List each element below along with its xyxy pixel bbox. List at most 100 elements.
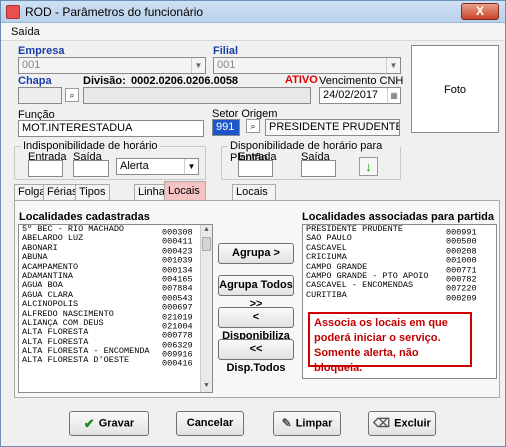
list-item[interactable]: ALTA FLORESTA 000778	[19, 328, 212, 340]
list-item-name: ABONARI	[22, 243, 58, 253]
list-item[interactable]: ABUNÃ 001039	[19, 253, 212, 265]
list-item-name: CURITIBA	[306, 290, 347, 300]
scroll-down-icon[interactable]: ▼	[201, 381, 212, 392]
list-item-name: CRICIUMA	[306, 253, 347, 263]
chevron-down-icon: ▼	[184, 159, 198, 174]
empresa-select[interactable]: 001 ▼	[18, 57, 206, 74]
cancelar-button[interactable]: Cancelar	[176, 411, 244, 436]
funcionario-name-field	[83, 87, 311, 104]
list-item-name: PRESIDENTE PRUDENTE	[306, 225, 403, 234]
setor-code: 991	[216, 121, 235, 133]
limpar-label: Limpar	[295, 417, 333, 430]
close-button[interactable]: X	[461, 3, 499, 20]
list-item[interactable]: ACAMPAMENTO 000134	[19, 263, 212, 275]
setor-name: PRESIDENTE PRUDENTE	[269, 121, 400, 133]
limpar-button[interactable]: ✎ Limpar	[273, 411, 341, 436]
binoculars-search-icon[interactable]: ⌕	[65, 88, 79, 102]
indisp-saida-input[interactable]	[73, 160, 109, 177]
list-item[interactable]: ALCINÓPOLIS 000697	[19, 300, 212, 312]
list-item-code: 000416	[162, 358, 193, 369]
filial-select[interactable]: 001 ▼	[213, 57, 401, 74]
foto-label: Foto	[443, 84, 466, 96]
list-item[interactable]: ALTA FLORESTA D'OESTE 000416	[19, 356, 212, 368]
list-item-name: CAMPO GRANDE - PTO APOIO	[306, 271, 429, 281]
funcao-value: MOT.INTERESTADUA	[22, 122, 133, 134]
chapa-input[interactable]	[18, 87, 62, 104]
vencimento-date-input[interactable]: 24/02/2017 ▦	[319, 87, 401, 104]
list-item[interactable]: CASCAVEL - ENCOMENDAS 007220	[303, 281, 496, 293]
list-item[interactable]: ADAMANTINA 004165	[19, 272, 212, 284]
list-item[interactable]: CAMPO GRANDE - PTO APOIO 000782	[303, 271, 496, 284]
plantao-saida-input[interactable]	[301, 160, 336, 177]
list-item[interactable]: CAMPO GRANDE 000771	[303, 262, 496, 275]
list-item[interactable]: CRICIUMA 001000	[303, 253, 496, 265]
list-item-name: ALIANÇA COM DEUS	[22, 318, 104, 328]
indisp-tipo-value: Alerta	[120, 160, 149, 172]
left-list-scrollbar[interactable]: ▲ ▼	[200, 225, 212, 392]
list-item-name: ALTA FLORESTA	[22, 337, 89, 347]
filial-label: Filial	[213, 45, 239, 57]
list-item-name: ALTA FLORESTA D'OESTE	[22, 356, 130, 366]
empresa-value: 001	[22, 59, 41, 71]
tab-tipos-frota[interactable]: Tipos de Frota	[75, 184, 110, 228]
title-bar: ROD - Parâmetros do funcionário X	[1, 1, 505, 23]
window-title: ROD - Parâmetros do funcionário	[25, 5, 204, 19]
list-item[interactable]: 5º BEC - RIO MACHADO 000308	[19, 225, 212, 237]
scroll-up-icon[interactable]: ▲	[201, 225, 212, 236]
list-item[interactable]: PRESIDENTE PRUDENTE 000991	[303, 225, 496, 237]
indisp-entrada-input[interactable]	[28, 160, 63, 177]
list-item-name: CASCAVEL - ENCOMENDAS	[306, 281, 414, 291]
arrow-down-icon[interactable]: ↓	[359, 157, 378, 176]
cancelar-label: Cancelar	[186, 417, 234, 429]
vencimento-label: Vencimento CNH	[319, 75, 404, 87]
list-item-name: ÁGUA CLARA	[22, 290, 74, 300]
excluir-label: Excluir	[394, 417, 431, 430]
list-item[interactable]: ALTA FLORESTA 006329	[19, 337, 212, 350]
tab-locais-origem[interactable]: Locais de Origem	[232, 184, 277, 228]
plantao-entrada-input[interactable]	[238, 160, 273, 177]
list-item-name: SÃO PAULO	[306, 234, 352, 244]
list-item[interactable]: ÁGUA BOA 007884	[19, 281, 212, 293]
list-item[interactable]: ABONARI 000423	[19, 243, 212, 256]
list-item[interactable]: SÃO PAULO 000500	[303, 234, 496, 246]
list-item[interactable]: ALFREDO NASCIMENTO 021019	[19, 310, 212, 322]
disp-todos-button[interactable]: << Disp.Todos	[218, 339, 294, 374]
chevron-down-icon: ▼	[386, 58, 400, 73]
filial-value: 001	[217, 59, 236, 71]
right-list-title: Localidades associadas para partida	[302, 211, 494, 223]
chapa-label: Chapa	[18, 75, 52, 87]
list-item[interactable]: ALIANÇA COM DEUS 021004	[19, 318, 212, 331]
list-item-name: 5º BEC - RIO MACHADO	[22, 225, 125, 234]
gravar-button[interactable]: ✔ Gravar	[69, 411, 149, 436]
empresa-label: Empresa	[18, 45, 65, 57]
list-item-name: ALTA FLORESTA - ENCOMENDA	[22, 347, 150, 357]
checkmark-icon: ✔	[83, 416, 95, 431]
list-item[interactable]: CURITIBA 000209	[303, 290, 496, 303]
menu-item-saida[interactable]: Saída	[11, 26, 40, 38]
list-item-name: CAMPO GRANDE	[306, 262, 368, 272]
info-note: Associa os locais em que poderá iniciar …	[308, 312, 472, 374]
binoculars-search-icon[interactable]: ⌕	[246, 119, 260, 133]
disponibiliza-button[interactable]: < Disponibiliza	[218, 307, 294, 342]
left-list-title: Localidades cadastradas	[19, 211, 150, 223]
list-item[interactable]: ALTA FLORESTA - ENCOMENDA 009916	[19, 347, 212, 359]
list-item-name: ABUNÃ	[22, 253, 48, 263]
agrupa-button[interactable]: Agrupa >	[218, 243, 294, 264]
divisao-label: Divisão:	[83, 75, 126, 87]
setor-code-input[interactable]: 991	[212, 119, 240, 136]
list-item[interactable]: ÁGUA CLARA 000543	[19, 290, 212, 303]
divisao-value: 0002.0206.0206.0058	[131, 75, 239, 87]
excluir-button[interactable]: ⌫ Excluir	[368, 411, 436, 436]
list-item[interactable]: ABELARDO LUZ 000411	[19, 234, 212, 246]
list-item[interactable]: CASCAVEL 000208	[303, 244, 496, 256]
scroll-thumb[interactable]	[202, 237, 211, 251]
funcao-field[interactable]: MOT.INTERESTADUA	[18, 120, 204, 137]
tab-locais-partida[interactable]: Locais de partida	[164, 181, 206, 235]
indisp-tipo-select[interactable]: Alerta ▼	[116, 158, 199, 175]
calendar-icon[interactable]: ▦	[387, 88, 400, 103]
localidades-cadastradas-list[interactable]: 5º BEC - RIO MACHADO 000308 ABELARDO LUZ 00…	[18, 224, 213, 393]
footer-bar: ✔ Gravar Cancelar ✎ Limpar ⌫ Excluir	[1, 401, 505, 446]
vencimento-value: 24/02/2017	[323, 89, 379, 101]
list-item-name: ALTA FLORESTA	[22, 328, 89, 338]
agrupa-todos-button[interactable]: Agrupa Todos >>	[218, 275, 294, 310]
